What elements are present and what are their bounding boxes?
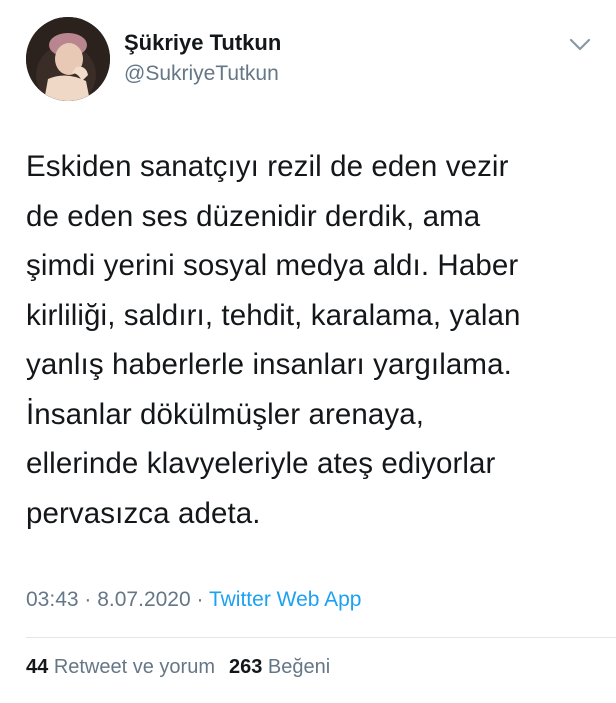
likes-label: Beğeni [267, 656, 331, 678]
tweet-date[interactable]: 8.07.2020 [97, 588, 190, 611]
tweet-text-line: kirliliği, saldırı, tehdit, karalama, ya… [26, 298, 521, 332]
tweet-text: Eskiden sanatçıyı rezil de eden vezir de… [26, 142, 598, 538]
likes-stat[interactable]: 263 Beğeni [229, 656, 330, 678]
tweet-text-line: de eden ses düzenidir derdik, ama [26, 199, 481, 233]
retweets-label: Retweet ve yorum [53, 656, 215, 678]
author-display-name[interactable]: Şükriye Tutkun [124, 30, 281, 56]
tweet-meta: 03:43 · 8.07.2020 · Twitter Web App [26, 588, 362, 612]
chevron-down-icon [569, 38, 591, 51]
likes-count: 263 [228, 656, 263, 678]
tweet-text-line: yanlış haberlerle insanları yargılama. [26, 348, 512, 381]
avatar-photo-icon [26, 17, 110, 101]
retweets-stat[interactable]: 44 Retweet ve yorum [26, 656, 215, 678]
tweet-text-line: Eskiden sanatçıyı rezil de eden vezir [26, 150, 509, 183]
author-handle[interactable]: @SukriyeTutkun [124, 62, 279, 86]
tweet-time[interactable]: 03:43 [26, 588, 79, 611]
avatar[interactable] [26, 17, 110, 101]
tweet-card: Şükriye Tutkun @SukriyeTutkun Eskiden sa… [0, 0, 616, 703]
tweet-source-link[interactable]: Twitter Web App [209, 588, 362, 611]
tweet-menu-button[interactable] [565, 34, 595, 56]
tweet-text-line: İnsanlar dökülmüşler arenaya, [26, 397, 425, 431]
retweets-count: 44 [26, 656, 49, 678]
tweet-text-line: şimdi yerini sosyal medya aldı. Haber [26, 249, 519, 282]
tweet-text-line: ellerinde klavyeleriyle ateş ediyorlar [26, 447, 496, 480]
tweet-text-line: pervasızca adeta. [26, 496, 261, 530]
meta-separator: · [78, 588, 98, 611]
tweet-stats: 44 Retweet ve yorum 263 Beğeni [26, 656, 330, 679]
divider [26, 637, 616, 638]
meta-separator: · [190, 588, 209, 611]
